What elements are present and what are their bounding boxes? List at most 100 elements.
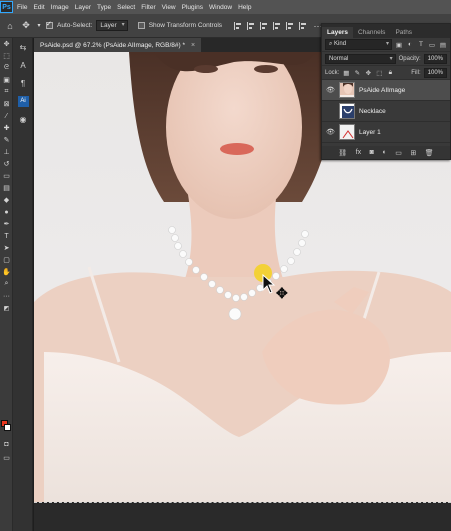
close-icon[interactable]: ×: [191, 42, 195, 49]
zoom-tool-icon[interactable]: ⌕: [0, 278, 13, 290]
kind-filter-dropdown[interactable]: ⌕ Kind: [325, 39, 392, 50]
move-cursor-icon: ✥: [276, 285, 288, 301]
align-center-icon[interactable]: [247, 21, 256, 30]
eraser-tool-icon[interactable]: ▭: [0, 170, 13, 182]
fill-field[interactable]: 100%: [423, 67, 447, 78]
history-brush-icon[interactable]: ↺: [0, 158, 13, 170]
default-colors-icon[interactable]: ◩: [0, 302, 13, 314]
layer-thumbnail: [339, 103, 355, 119]
layer-thumbnail: [339, 82, 355, 98]
layers-panel: Layers Channels Paths ⌕ Kind ▣ ◐ T ▭ ▤ N…: [321, 23, 451, 160]
auto-select-checkbox[interactable]: [46, 20, 53, 29]
frame-tool-icon[interactable]: ⊠: [0, 98, 13, 110]
layer-name: PsAide AIImage: [359, 86, 406, 94]
eye-icon[interactable]: 👁︎: [326, 86, 335, 94]
adjustment-layer-icon[interactable]: ◐: [382, 149, 386, 156]
blur-tool-icon[interactable]: ◆: [0, 194, 13, 206]
clone-stamp-icon[interactable]: ⊥: [0, 146, 13, 158]
smart-object-filter-icon[interactable]: ▤: [439, 41, 447, 49]
opacity-field[interactable]: 100%: [423, 53, 447, 64]
layer-layer-1[interactable]: 👁︎ Layer 1: [322, 122, 450, 143]
menu-select[interactable]: Select: [114, 4, 138, 11]
gradient-tool-icon[interactable]: ▤: [0, 182, 13, 194]
align-top-icon[interactable]: [273, 21, 282, 30]
collapsed-panels-strip: ⇆ A ¶ Ai ◉: [13, 38, 33, 531]
mouse-pointer-icon: [262, 274, 276, 294]
menu-layer[interactable]: Layer: [72, 4, 94, 11]
lock-artboard-icon[interactable]: ⬚: [375, 69, 383, 77]
adjustment-filter-icon[interactable]: ◐: [406, 41, 414, 48]
object-select-tool-icon[interactable]: ▣: [0, 74, 13, 86]
healing-brush-icon[interactable]: ✚: [0, 122, 13, 134]
menu-image[interactable]: Image: [48, 4, 72, 11]
pixel-filter-icon[interactable]: ▣: [395, 41, 403, 49]
eyedropper-tool-icon[interactable]: ⁄: [0, 110, 13, 122]
new-group-icon[interactable]: ▭: [395, 149, 402, 157]
lock-all-icon[interactable]: 🔒︎: [386, 69, 394, 77]
screen-mode-icon[interactable]: ▭: [0, 452, 13, 464]
delete-layer-icon[interactable]: 🗑︎: [425, 149, 434, 157]
add-mask-icon[interactable]: ◙: [370, 149, 374, 156]
eye-icon[interactable]: 👁︎: [326, 128, 335, 136]
auto-select-dropdown[interactable]: Layer: [96, 20, 128, 31]
align-middle-icon[interactable]: [286, 21, 295, 30]
lock-row: Lock: ▦ ✎ ✥ ⬚ 🔒︎ Fill: 100%: [322, 66, 450, 80]
paragraph-panel-icon[interactable]: ¶: [13, 74, 33, 92]
layer-necklace[interactable]: Necklace: [322, 101, 450, 122]
new-layer-icon[interactable]: ⊞: [410, 149, 416, 157]
move-tool-icon[interactable]: ✥: [20, 20, 32, 31]
hand-tool-icon[interactable]: ✋: [0, 266, 13, 278]
background-color-swatch[interactable]: [4, 424, 11, 431]
menu-filter[interactable]: Filter: [138, 4, 158, 11]
type-filter-icon[interactable]: T: [417, 41, 425, 48]
move-tool-icon[interactable]: ✥: [0, 38, 13, 50]
character-panel-icon[interactable]: A: [13, 56, 33, 74]
auto-select-label: Auto-Select:: [57, 22, 93, 29]
photoshop-logo-icon[interactable]: Ps: [0, 1, 13, 13]
tab-channels[interactable]: Channels: [353, 27, 390, 38]
panel-arrange-icon[interactable]: ⇆: [13, 38, 33, 56]
blend-mode-dropdown[interactable]: Normal: [325, 53, 396, 64]
menu-window[interactable]: Window: [206, 4, 235, 11]
more-tools-icon[interactable]: ···: [0, 290, 13, 302]
home-icon[interactable]: ⌂: [4, 21, 16, 31]
tab-layers[interactable]: Layers: [322, 27, 353, 38]
crop-tool-icon[interactable]: ⌗: [0, 86, 13, 98]
lasso-tool-icon[interactable]: ᘓ: [0, 62, 13, 74]
fill-label: Fill:: [411, 69, 421, 76]
shape-filter-icon[interactable]: ▭: [428, 41, 436, 49]
layers-panel-footer: ⛓ fx ◙ ◐ ▭ ⊞ 🗑︎: [322, 146, 450, 159]
pen-tool-icon[interactable]: ✒: [0, 218, 13, 230]
menu-edit[interactable]: Edit: [30, 4, 47, 11]
layer-style-icon[interactable]: fx: [356, 149, 361, 156]
layers-panel-tabs: Layers Channels Paths: [322, 24, 450, 38]
lock-transparent-icon[interactable]: ▦: [342, 69, 350, 77]
link-layers-icon[interactable]: ⛓: [338, 149, 347, 157]
quick-mask-icon[interactable]: ◘: [0, 438, 13, 450]
menu-help[interactable]: Help: [235, 4, 254, 11]
document-tab[interactable]: PsAide.psd @ 67.2% (PsAide AIImage, RGB/…: [34, 38, 202, 52]
menu-plugins[interactable]: Plugins: [179, 4, 206, 11]
kind-label: Kind: [334, 41, 347, 47]
brush-tool-icon[interactable]: ✎: [0, 134, 13, 146]
psaide-plugin-icon[interactable]: Ai: [13, 92, 33, 110]
menu-type[interactable]: Type: [94, 4, 114, 11]
layer-filter-row: ⌕ Kind ▣ ◐ T ▭ ▤: [322, 38, 450, 52]
chevron-down-icon[interactable]: ▾: [36, 22, 42, 29]
marquee-tool-icon[interactable]: ⬚: [0, 50, 13, 62]
rectangle-tool-icon[interactable]: ▢: [0, 254, 13, 266]
align-bottom-icon[interactable]: [299, 21, 308, 30]
align-left-icon[interactable]: [234, 21, 243, 30]
menu-view[interactable]: View: [159, 4, 179, 11]
lock-pixels-icon[interactable]: ✎: [353, 69, 361, 77]
align-right-icon[interactable]: [260, 21, 269, 30]
lock-position-icon[interactable]: ✥: [364, 69, 372, 77]
show-transform-checkbox[interactable]: [137, 22, 145, 29]
tab-paths[interactable]: Paths: [390, 27, 417, 38]
layer-psaide-aiimage[interactable]: 👁︎ PsAide AIImage: [322, 80, 450, 101]
path-select-icon[interactable]: ➤: [0, 242, 13, 254]
type-tool-icon[interactable]: T: [0, 230, 13, 242]
menu-file[interactable]: File: [14, 4, 30, 11]
dodge-tool-icon[interactable]: ●: [0, 206, 13, 218]
properties-panel-icon[interactable]: ◉: [13, 110, 33, 128]
